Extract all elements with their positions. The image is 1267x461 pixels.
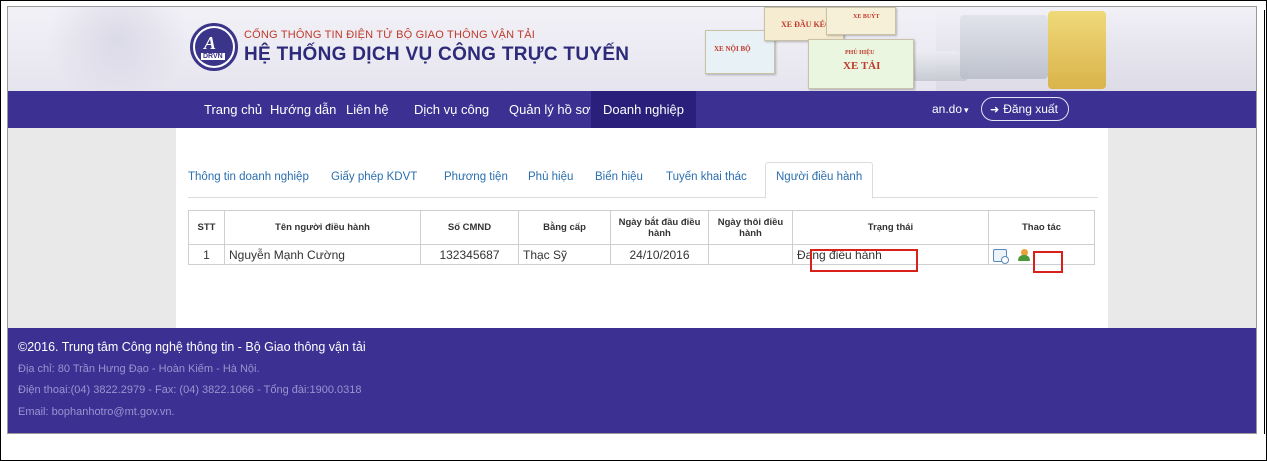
cell-start-date: 24/10/2016 bbox=[610, 244, 709, 265]
col-header-degree: Bằng cấp bbox=[518, 210, 611, 245]
cell-name: Nguyễn Mạnh Cường bbox=[224, 244, 421, 265]
nav-item-home[interactable]: Trang chủ bbox=[204, 91, 262, 128]
status-highlight-box bbox=[810, 249, 918, 272]
site-banner: A DRVN CỔNG THÔNG TIN ĐIỆN TỬ BỘ GIAO TH… bbox=[8, 7, 1256, 91]
content-panel: Thông tin doanh nghiệp Giấy phép KDVT Ph… bbox=[176, 128, 1108, 328]
frame-border-line bbox=[1264, 10, 1265, 434]
badge-card-bus: XE BUÝT bbox=[826, 7, 896, 35]
tab-operators[interactable]: Người điều hành bbox=[765, 162, 874, 199]
footer-title: ©2016. Trung tâm Công nghệ thông tin - B… bbox=[18, 340, 366, 354]
card-label: PHÙ HIỆU bbox=[845, 50, 875, 56]
user-menu[interactable]: an.do ▾ bbox=[932, 91, 969, 128]
nav-item-contact[interactable]: Liên hệ bbox=[346, 91, 389, 128]
sign-out-icon: ➜ bbox=[990, 104, 1000, 116]
logout-button[interactable]: ➜ Đăng xuất bbox=[981, 97, 1069, 121]
tab-badges[interactable]: Phù hiệu bbox=[528, 171, 573, 183]
portal-subtitle: CỔNG THÔNG TIN ĐIỆN TỬ BỘ GIAO THÔNG VẬN… bbox=[244, 29, 535, 41]
col-header-name: Tên người điều hành bbox=[224, 210, 421, 245]
view-detail-icon[interactable] bbox=[993, 248, 1009, 264]
cell-degree: Thạc Sỹ bbox=[518, 244, 611, 265]
table-row: 1 Nguyễn Mạnh Cường 132345687 Thạc Sỹ 24… bbox=[188, 244, 1095, 265]
nav-item-public-services[interactable]: Dịch vụ công bbox=[414, 91, 489, 128]
tab-operating-routes[interactable]: Tuyến khai thác bbox=[666, 171, 747, 183]
footer-email[interactable]: Email: bophanhotro@mt.gov.vn. bbox=[18, 406, 175, 418]
col-header-stt: STT bbox=[188, 210, 225, 245]
col-header-actions: Thao tác bbox=[988, 210, 1095, 245]
tab-transport-license[interactable]: Giấy phép KDVT bbox=[331, 171, 417, 183]
cell-end-date bbox=[708, 244, 793, 265]
browser-viewport: A DRVN CỔNG THÔNG TIN ĐIỆN TỬ BỘ GIAO TH… bbox=[7, 6, 1257, 434]
logout-label: Đăng xuất bbox=[1003, 102, 1058, 116]
col-header-status: Trạng thái bbox=[792, 210, 989, 245]
tab-business-info[interactable]: Thông tin doanh nghiệp bbox=[188, 171, 309, 183]
site-footer: ©2016. Trung tâm Công nghệ thông tin - B… bbox=[8, 328, 1256, 433]
col-header-start-date: Ngày bắt đầu điều hành bbox=[610, 210, 709, 245]
card-label: XE BUÝT bbox=[853, 14, 880, 20]
cell-id-number: 132345687 bbox=[420, 244, 519, 265]
chevron-down-icon: ▾ bbox=[964, 105, 969, 115]
col-header-id-number: Số CMND bbox=[420, 210, 519, 245]
nav-item-records[interactable]: Quản lý hồ sơ bbox=[509, 91, 591, 128]
cell-stt: 1 bbox=[188, 244, 225, 265]
site-logo[interactable]: A DRVN bbox=[190, 23, 238, 71]
nav-item-guide[interactable]: Hướng dẫn bbox=[270, 91, 336, 128]
user-edit-icon[interactable] bbox=[1018, 248, 1032, 262]
logo-text: DRVN bbox=[201, 53, 225, 60]
main-navbar: Trang chủ Hướng dẫn Liên hệ Dịch vụ công… bbox=[8, 91, 1256, 128]
col-header-end-date: Ngày thôi điều hành bbox=[708, 210, 793, 245]
logo-emblem: A DRVN bbox=[195, 28, 233, 66]
truck-image bbox=[960, 15, 1048, 79]
user-name: an.do bbox=[932, 102, 963, 116]
enterprise-tabs: Thông tin doanh nghiệp Giấy phép KDVT Ph… bbox=[188, 162, 1098, 199]
portal-title[interactable]: HỆ THỐNG DỊCH VỤ CÔNG TRỰC TUYẾN bbox=[244, 44, 629, 66]
car-image bbox=[908, 51, 968, 81]
footer-phone: Điện thoại:(04) 3822.2979 - Fax: (04) 38… bbox=[18, 384, 362, 396]
nav-item-enterprise[interactable]: Doanh nghiệp bbox=[591, 91, 696, 128]
footer-address: Địa chỉ: 80 Trần Hưng Đạo - Hoàn Kiếm - … bbox=[18, 363, 260, 375]
bus-image bbox=[1048, 11, 1106, 89]
operators-table: STT Tên người điều hành Số CMND Bằng cấp… bbox=[188, 210, 1095, 265]
table-header-row: STT Tên người điều hành Số CMND Bằng cấp… bbox=[188, 210, 1095, 245]
tab-signboards[interactable]: Biển hiệu bbox=[595, 171, 643, 183]
card-label: XE NỘI BỘ bbox=[714, 45, 751, 53]
card-label: XE ĐẦU KÉO bbox=[781, 20, 832, 29]
logo-letter: A bbox=[204, 33, 217, 53]
action-highlight-box bbox=[1033, 251, 1063, 273]
card-label: XE TẢI bbox=[843, 60, 881, 72]
tab-vehicles[interactable]: Phương tiện bbox=[444, 171, 508, 183]
badge-card-truck: PHÙ HIỆU XE TẢI bbox=[808, 39, 914, 89]
